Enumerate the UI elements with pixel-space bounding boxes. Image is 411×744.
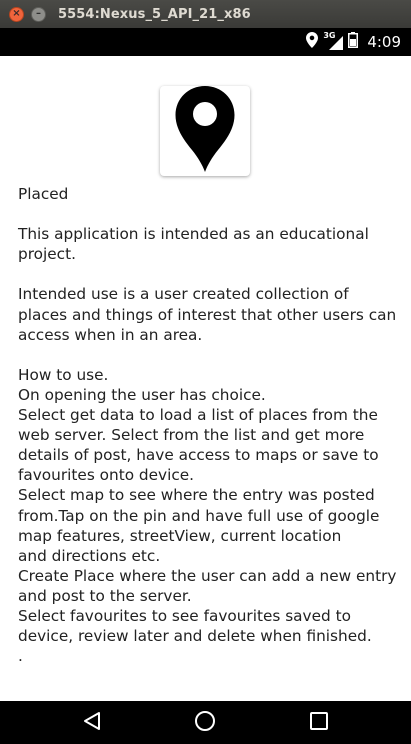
window-minimize-button[interactable]: –	[31, 6, 46, 22]
navigation-bar	[0, 701, 411, 744]
emulator-title-bar: × – 5554:Nexus_5_API_21_x86	[0, 0, 411, 28]
window-close-button[interactable]: ×	[9, 6, 24, 22]
location-icon	[306, 32, 319, 52]
app-name-heading: Placed	[18, 185, 69, 203]
status-bar: 3G 4:09	[0, 28, 411, 56]
about-text: Placed This application is intended as a…	[18, 184, 398, 666]
how-to-use-paragraph: How to use. On opening the user has choi…	[18, 365, 397, 666]
close-icon: ×	[12, 8, 21, 19]
home-icon	[194, 710, 216, 736]
app-logo	[160, 86, 250, 176]
home-button[interactable]	[175, 701, 235, 744]
back-icon	[82, 711, 102, 735]
status-icons: 3G 4:09	[306, 31, 401, 52]
window-title: 5554:Nexus_5_API_21_x86	[58, 6, 251, 22]
app-content: Placed This application is intended as a…	[0, 56, 411, 701]
map-pin-icon	[174, 84, 236, 178]
intro-paragraph: This application is intended as an educa…	[18, 225, 369, 264]
recents-button[interactable]	[289, 701, 349, 744]
back-button[interactable]	[62, 701, 122, 744]
status-time: 4:09	[367, 33, 401, 51]
recents-icon	[309, 711, 329, 735]
intended-use-paragraph: Intended use is a user created collectio…	[18, 285, 397, 344]
cell-signal-icon: 3G	[323, 31, 344, 50]
battery-icon	[348, 32, 359, 52]
minimize-icon: –	[36, 8, 41, 19]
